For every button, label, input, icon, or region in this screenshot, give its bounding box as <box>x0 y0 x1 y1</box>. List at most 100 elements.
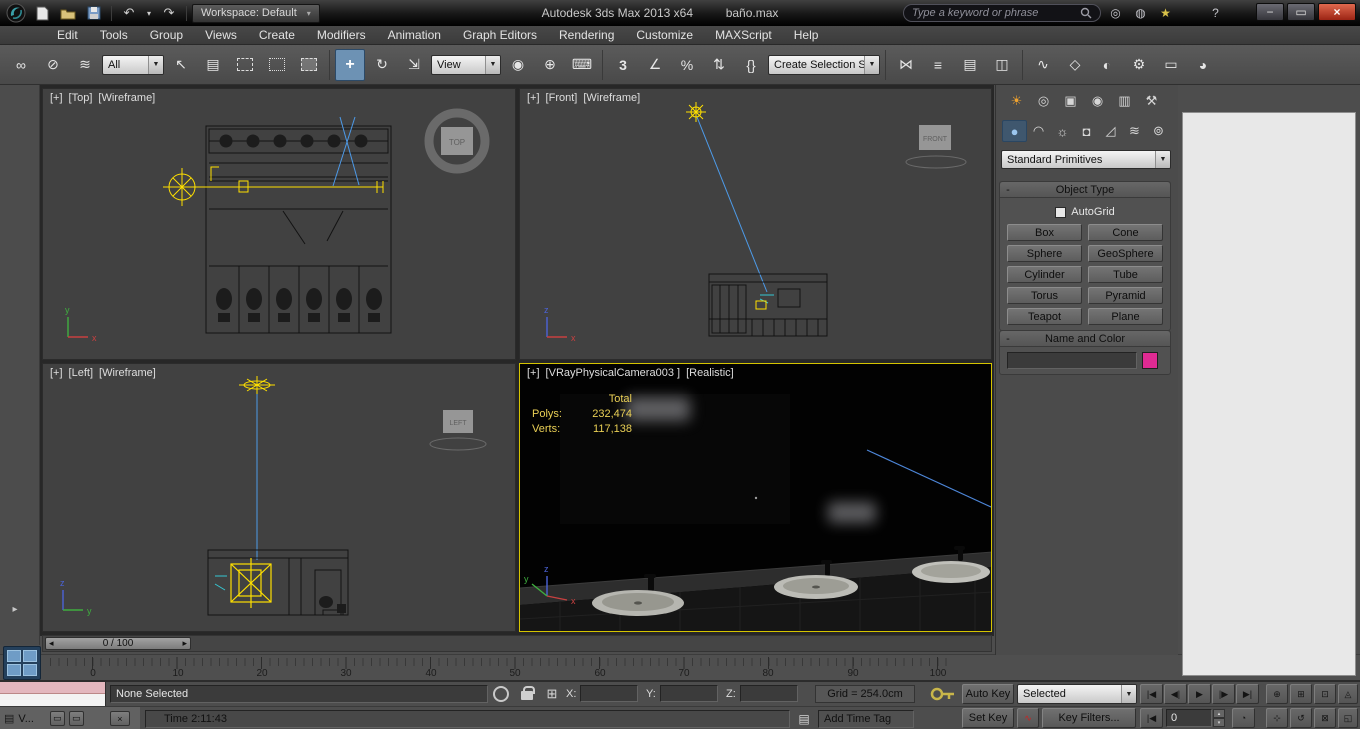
bind-to-space-warp-button[interactable]: ≋ <box>70 49 100 81</box>
category-space-warps[interactable]: ≋ <box>1122 120 1147 142</box>
x-coordinate-field[interactable] <box>580 685 638 702</box>
viewcube-left[interactable]: LEFT <box>429 410 487 451</box>
chevron-down-icon[interactable]: ▼ <box>1121 685 1136 703</box>
viewport-shading-menu[interactable]: [Wireframe] <box>99 367 156 379</box>
reference-coordinate-system-dropdown[interactable]: View ▼ <box>431 54 501 75</box>
current-frame-field[interactable] <box>1166 709 1212 727</box>
menu-rendering[interactable]: Rendering <box>548 26 625 44</box>
orbit-button[interactable]: ↺ <box>1290 708 1312 728</box>
viewport-top[interactable]: [+] [Top] [Wireframe] TOP y x <box>42 88 516 360</box>
set-key-mode-icon-button[interactable]: ∿ <box>1017 708 1039 728</box>
viewport-menu-button[interactable]: [+] <box>50 92 63 104</box>
time-configuration-button[interactable]: ◔ <box>1232 708 1255 728</box>
schematic-view-button[interactable]: ◇ <box>1060 49 1090 81</box>
category-geometry[interactable]: ● <box>1002 120 1027 142</box>
tab-utilities[interactable]: ⚒ <box>1139 90 1164 112</box>
rendered-frame-window-button[interactable]: ▭ <box>1156 49 1186 81</box>
render-production-button[interactable]: ◕ <box>1188 49 1218 81</box>
search-icon[interactable] <box>1080 7 1092 19</box>
isolate-selection-icon[interactable] <box>493 686 509 702</box>
named-selection-sets-dropdown[interactable]: Create Selection Se ▼ <box>768 54 880 75</box>
tube-button[interactable]: Tube <box>1088 266 1163 283</box>
favorites-icon[interactable]: ★ <box>1154 3 1177 23</box>
undo-button[interactable]: ↶ <box>117 3 141 23</box>
selection-region-flyout-button[interactable] <box>262 49 292 81</box>
tab-display[interactable]: ▥ <box>1112 90 1137 112</box>
set-key-button[interactable]: Set Key <box>962 708 1014 728</box>
absolute-offset-mode-toggle[interactable]: ⊞ <box>543 685 561 703</box>
menu-graph-editors[interactable]: Graph Editors <box>452 26 548 44</box>
chevron-down-icon[interactable]: ▼ <box>1155 151 1170 168</box>
viewport-left[interactable]: [+] [Left] [Wireframe] LEFT z y <box>42 363 516 632</box>
viewport-shading-menu[interactable]: [Wireframe] <box>583 92 640 104</box>
object-type-rollout-header[interactable]: - Object Type <box>1000 182 1170 198</box>
render-setup-button[interactable]: ⚙ <box>1124 49 1154 81</box>
use-pivot-point-center-button[interactable]: ◉ <box>503 49 533 81</box>
close-button[interactable]: × <box>1318 3 1356 21</box>
menu-maxscript[interactable]: MAXScript <box>704 26 783 44</box>
field-of-view-button[interactable]: ◬ <box>1338 684 1358 704</box>
menu-animation[interactable]: Animation <box>377 26 452 44</box>
go-to-end-button[interactable]: ▶| <box>1236 684 1259 704</box>
play-animation-button[interactable]: ▶ <box>1188 684 1211 704</box>
snaps-toggle-button[interactable]: 3 <box>608 49 638 81</box>
minimized-listener-tab[interactable]: ▤ V... ▭ ▭ × <box>0 707 140 729</box>
plane-button[interactable]: Plane <box>1088 308 1163 325</box>
listener-script-line[interactable] <box>0 694 105 706</box>
sign-in-icon[interactable]: ◍ <box>1129 3 1152 23</box>
chevron-down-icon[interactable]: ▼ <box>485 55 500 74</box>
workspace-dropdown[interactable]: Workspace: Default ▾ <box>192 3 320 23</box>
category-lights[interactable]: ☼ <box>1050 120 1075 142</box>
auto-key-button[interactable]: Auto Key <box>962 684 1014 704</box>
maxscript-mini-listener[interactable] <box>0 682 106 706</box>
time-slider-right-arrow[interactable]: ▸ <box>182 638 187 649</box>
open-file-button[interactable] <box>56 3 80 23</box>
select-and-link-button[interactable]: ∞ <box>6 49 36 81</box>
y-coordinate-field[interactable] <box>660 685 718 702</box>
menu-tools[interactable]: Tools <box>89 26 139 44</box>
tab-motion[interactable]: ◉ <box>1085 90 1110 112</box>
selection-lock-toggle[interactable] <box>521 686 535 700</box>
maximize-viewport-toggle-button[interactable]: ◱ <box>1338 708 1358 728</box>
z-coordinate-field[interactable] <box>740 685 798 702</box>
select-by-name-button[interactable]: ▤ <box>198 49 228 81</box>
tab-modify[interactable]: ◎ <box>1031 90 1056 112</box>
save-file-button[interactable] <box>82 3 106 23</box>
chevron-down-icon[interactable]: ▼ <box>148 55 163 74</box>
close-listener-button[interactable]: × <box>109 711 130 726</box>
edit-named-selection-sets-button[interactable]: {} <box>736 49 766 81</box>
menu-customize[interactable]: Customize <box>625 26 704 44</box>
material-editor-button[interactable]: ◐ <box>1092 49 1122 81</box>
object-name-field[interactable] <box>1007 352 1137 369</box>
cone-button[interactable]: Cone <box>1088 224 1163 241</box>
spinner-up-icon[interactable]: ▴ <box>1213 709 1225 718</box>
viewport-pov-menu[interactable]: [Top] <box>69 92 93 104</box>
align-button[interactable]: ≡ <box>923 49 953 81</box>
viewport-menu-button[interactable]: [+] <box>50 367 63 379</box>
tab-create[interactable]: ☀ <box>1004 90 1029 112</box>
primitive-category-dropdown[interactable]: Standard Primitives ▼ <box>1001 150 1171 169</box>
chevron-down-icon[interactable]: ▼ <box>864 55 879 74</box>
help-icon[interactable]: ? <box>1204 3 1227 23</box>
percent-snap-toggle-button[interactable]: % <box>672 49 702 81</box>
viewport-shading-menu[interactable]: [Wireframe] <box>98 92 155 104</box>
add-time-tag-icon[interactable]: ▤ <box>795 710 813 728</box>
listener-macro-line[interactable] <box>0 682 105 694</box>
viewport-pov-menu[interactable]: [Front] <box>546 92 578 104</box>
infocenter-search[interactable] <box>903 4 1101 22</box>
redo-button[interactable]: ↷ <box>157 3 181 23</box>
key-filters-button[interactable]: Key Filters... <box>1042 708 1136 728</box>
angle-snap-toggle-button[interactable]: ∠ <box>640 49 670 81</box>
key-mode-selection-dropdown[interactable]: Selected ▼ <box>1017 684 1137 704</box>
geosphere-button[interactable]: GeoSphere <box>1088 245 1163 262</box>
new-file-button[interactable] <box>30 3 54 23</box>
search-input[interactable] <box>912 7 1080 19</box>
viewport-shading-menu[interactable]: [Realistic] <box>686 367 734 379</box>
previous-frame-button[interactable]: ◀| <box>1164 684 1187 704</box>
minimize-button[interactable]: − <box>1256 3 1284 21</box>
viewport-pov-menu[interactable]: [Left] <box>69 367 93 379</box>
box-button[interactable]: Box <box>1007 224 1082 241</box>
curve-editor-button[interactable]: ∿ <box>1028 49 1058 81</box>
key-mode-toggle-button[interactable]: |◀ <box>1140 708 1163 728</box>
restore-window-button-2[interactable]: ▭ <box>68 711 84 726</box>
